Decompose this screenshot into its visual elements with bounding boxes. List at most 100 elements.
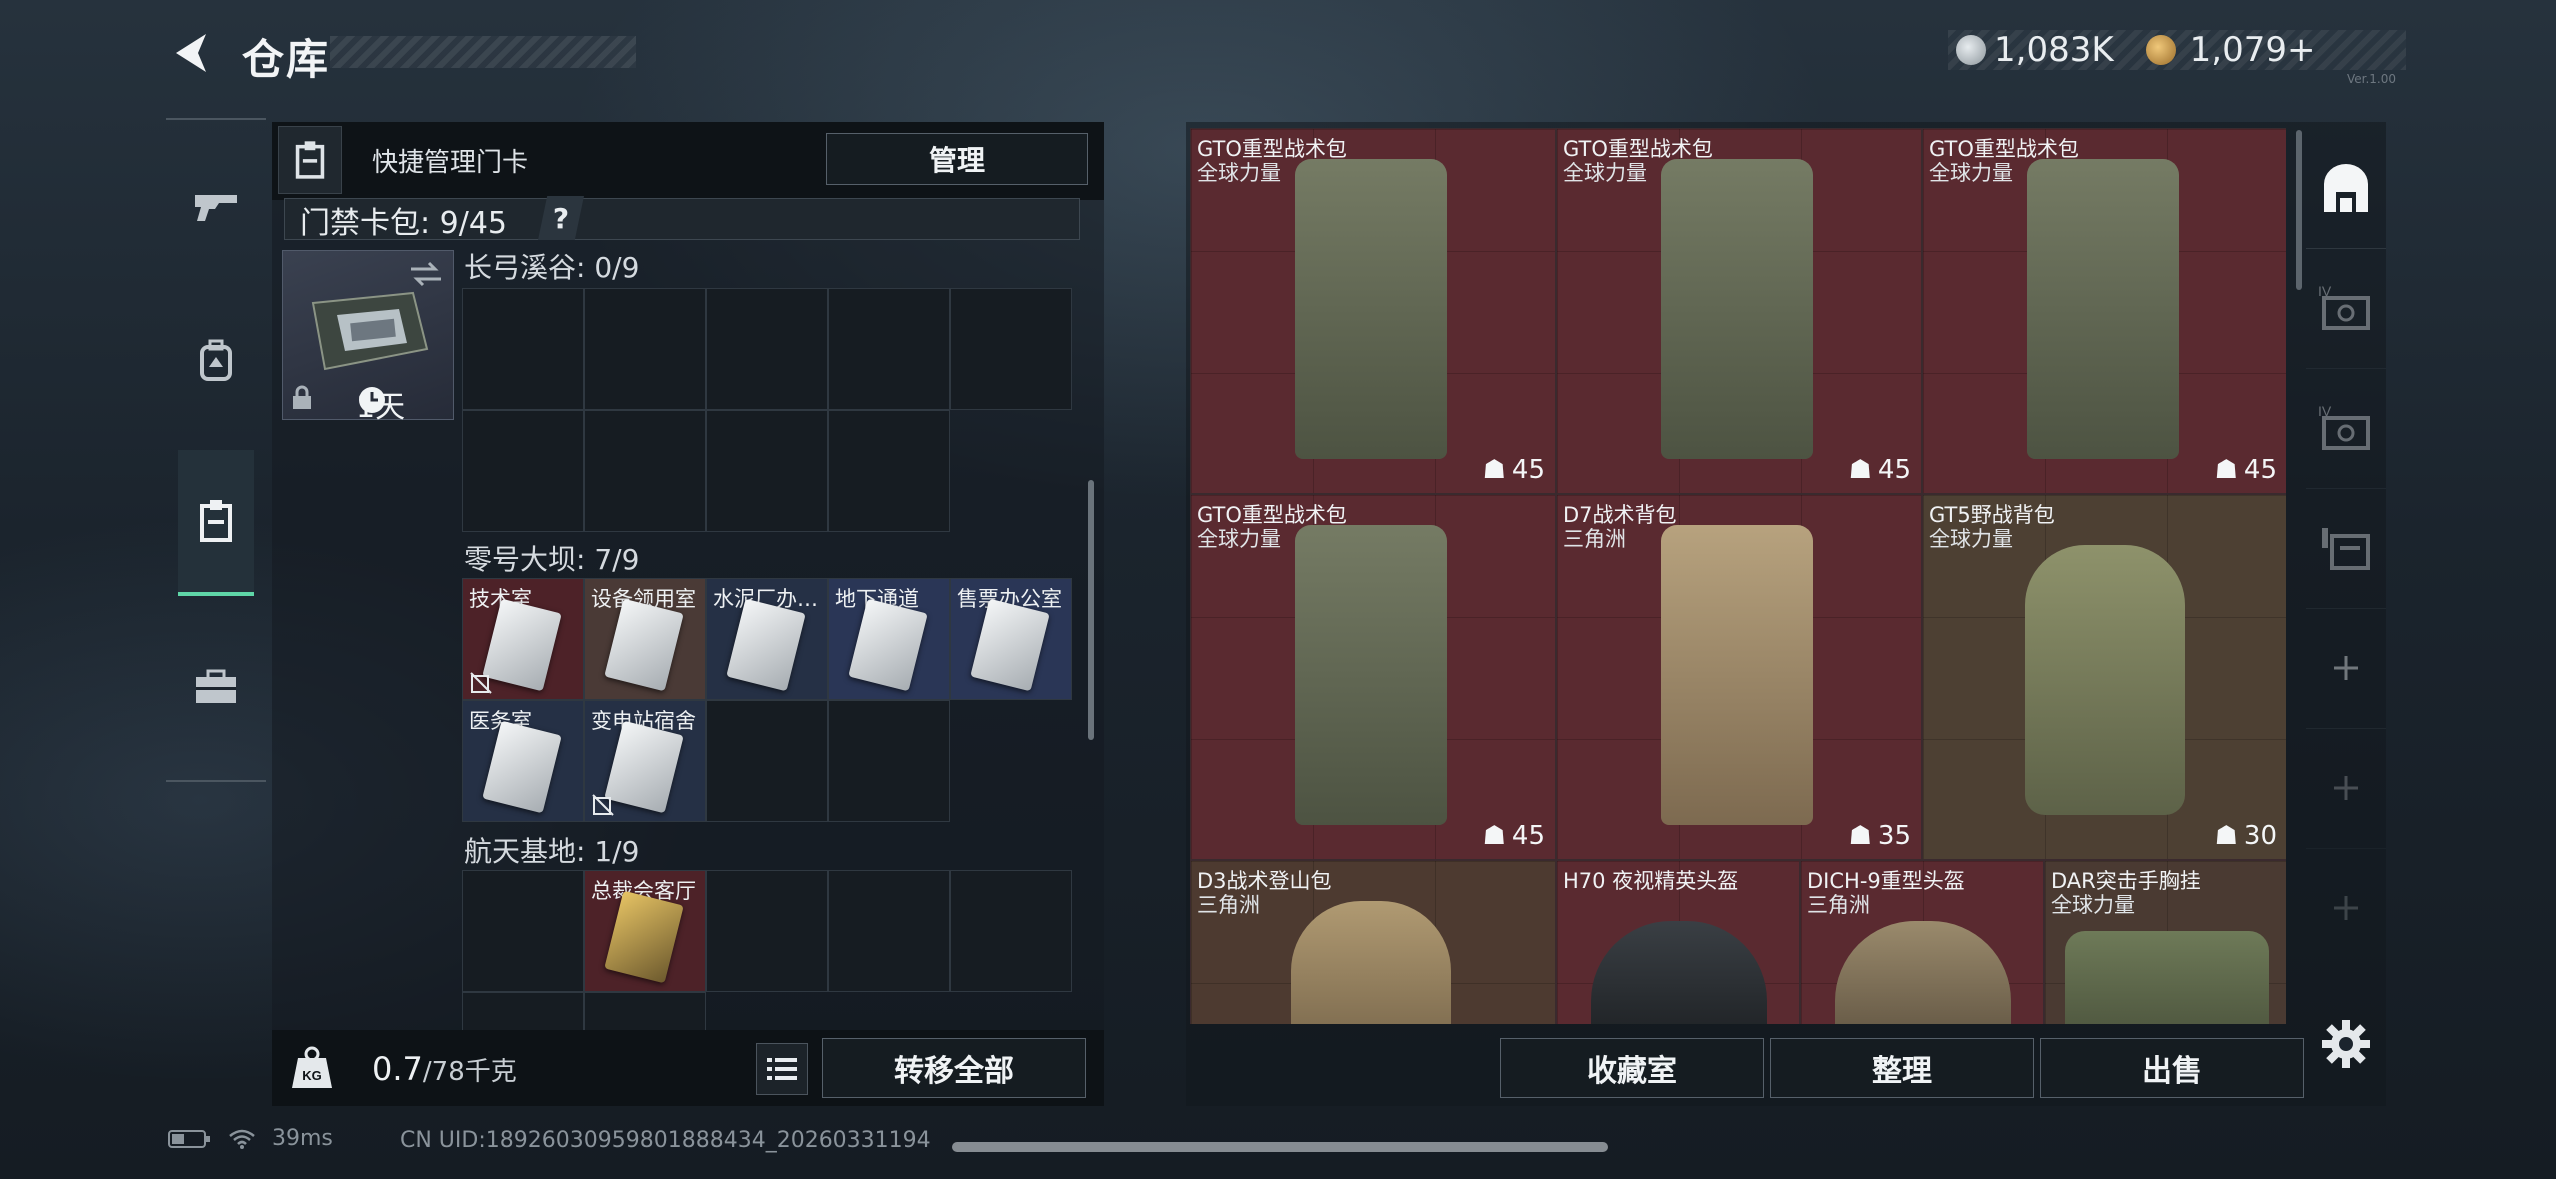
empty-slot[interactable] bbox=[584, 410, 706, 532]
item-stock: ☗ 35 bbox=[1848, 821, 1911, 851]
empty-slot[interactable] bbox=[950, 870, 1072, 992]
add-storage-tab[interactable] bbox=[2306, 608, 2386, 729]
storage-item[interactable]: D3战术登山包 三角洲 bbox=[1190, 860, 1556, 1024]
empty-slot[interactable] bbox=[462, 410, 584, 532]
lock-icon bbox=[293, 385, 311, 409]
system-status: 39ms bbox=[168, 1126, 333, 1151]
ghost-icon: ☗ bbox=[2214, 821, 2238, 851]
zone-title-space-base: 航天基地: 1/9 bbox=[464, 835, 640, 868]
gold-coin-icon bbox=[2145, 35, 2176, 65]
item-source: 全球力量 bbox=[1197, 527, 1281, 551]
carry-weight-capacity: /78千克 bbox=[422, 1057, 517, 1087]
keycard-slot[interactable]: 变电站宿舍 bbox=[584, 700, 706, 822]
keycard-holder-icon bbox=[200, 500, 232, 542]
keycard-slot[interactable]: 总裁会客厅 bbox=[584, 870, 706, 992]
storage-item[interactable]: DAR突击手胸挂 全球力量 bbox=[2044, 860, 2286, 1024]
add-storage-tab[interactable] bbox=[2306, 848, 2386, 968]
page-title: 仓库 bbox=[242, 35, 331, 84]
card-pack-capacity: 门禁卡包: 9/45 bbox=[300, 206, 508, 241]
ghost-icon: ☗ bbox=[1482, 455, 1506, 485]
carry-weight-value: 0.7 bbox=[372, 1050, 423, 1088]
keycard-slot[interactable]: 设备领用室 bbox=[584, 578, 706, 700]
keycard-holder-icon bbox=[295, 141, 325, 179]
add-storage-tab[interactable] bbox=[2306, 728, 2386, 849]
empty-slot[interactable] bbox=[462, 992, 584, 1030]
storage-item[interactable]: GTO重型战术包 全球力量 ☗ 45 bbox=[1190, 128, 1556, 494]
storage-tab-5[interactable]: IV bbox=[2306, 368, 2386, 489]
empty-slot[interactable] bbox=[950, 288, 1072, 410]
plus-icon bbox=[2334, 656, 2358, 680]
plus-icon bbox=[2334, 896, 2358, 920]
item-source: 三角洲 bbox=[1563, 527, 1626, 551]
backpack-image bbox=[2027, 159, 2179, 459]
nav-equipment[interactable] bbox=[178, 288, 254, 434]
keycard-slot[interactable]: 售票办公室 bbox=[950, 578, 1072, 700]
keycard-slot[interactable]: 医务室 bbox=[462, 700, 584, 822]
swap-icon bbox=[411, 261, 441, 287]
item-stock: ☗ 45 bbox=[2214, 455, 2277, 485]
nav-supplies[interactable] bbox=[178, 614, 254, 760]
storage-item[interactable]: GTO重型战术包 全球力量 ☗ 45 bbox=[1190, 494, 1556, 860]
zone-grid-zero-dam: 技术室 设备领用室 水泥厂办… 地下通道 售票办公室 医务室 变电站宿舍 bbox=[462, 578, 1072, 822]
storage-tab-6[interactable] bbox=[2306, 488, 2386, 609]
card-pack-remaining-time: 1天 bbox=[356, 390, 406, 425]
keycard-slot[interactable]: 地下通道 bbox=[828, 578, 950, 700]
zone-title-zero-dam: 零号大坝: 7/9 bbox=[464, 543, 640, 576]
silver-amount: 1,083K bbox=[1994, 30, 2114, 70]
vest-image bbox=[2065, 931, 2269, 1024]
back-button[interactable] bbox=[168, 30, 218, 76]
sell-button[interactable]: 出售 bbox=[2040, 1038, 2304, 1098]
zone-grid-space-base: 总裁会客厅 bbox=[462, 870, 1072, 1030]
ghost-icon: ☗ bbox=[1482, 821, 1506, 851]
storage-item[interactable]: GT5野战背包 全球力量 ☗ 30 bbox=[1922, 494, 2286, 860]
home-indicator[interactable] bbox=[952, 1142, 1608, 1152]
storage-item[interactable]: GTO重型战术包 全球力量 ☗ 45 bbox=[1922, 128, 2286, 494]
storage-item[interactable]: H70 夜视精英头盔 bbox=[1556, 860, 1800, 1024]
storage-item[interactable]: D7战术背包 三角洲 ☗ 35 bbox=[1556, 494, 1922, 860]
empty-slot[interactable] bbox=[584, 288, 706, 410]
list-view-button[interactable] bbox=[756, 1043, 808, 1095]
keycard-scrollbar[interactable] bbox=[1088, 480, 1094, 740]
nav-keycards[interactable] bbox=[178, 450, 254, 596]
storage-tabs: IV IV bbox=[2306, 128, 2386, 1028]
settings-button[interactable] bbox=[2320, 1018, 2372, 1070]
empty-slot[interactable] bbox=[462, 288, 584, 410]
transfer-all-button[interactable]: 转移全部 bbox=[822, 1038, 1086, 1098]
keycard-slot[interactable]: 水泥厂办… bbox=[706, 578, 828, 700]
gun-icon bbox=[195, 195, 237, 221]
backpack-image bbox=[1661, 525, 1813, 825]
backpack-icon bbox=[200, 339, 232, 381]
collection-room-button[interactable]: 收藏室 bbox=[1500, 1038, 1764, 1098]
storage-home-icon bbox=[2324, 164, 2368, 212]
nav-weapons[interactable] bbox=[178, 134, 254, 280]
empty-slot[interactable] bbox=[828, 410, 950, 532]
storage-scrollbar[interactable] bbox=[2296, 130, 2302, 290]
empty-slot[interactable] bbox=[828, 870, 950, 992]
item-source: 全球力量 bbox=[1197, 161, 1281, 185]
item-source: 全球力量 bbox=[1929, 527, 2013, 551]
empty-slot[interactable] bbox=[584, 992, 706, 1030]
keycard-slot[interactable]: 技术室 bbox=[462, 578, 584, 700]
empty-slot[interactable] bbox=[828, 288, 950, 410]
plus-icon bbox=[2334, 776, 2358, 800]
item-stock: ☗ 45 bbox=[1848, 455, 1911, 485]
empty-slot[interactable] bbox=[706, 700, 828, 822]
toolbox-icon bbox=[196, 669, 236, 703]
empty-slot[interactable] bbox=[706, 410, 828, 532]
ghost-icon: ☗ bbox=[1848, 455, 1872, 485]
empty-slot[interactable] bbox=[706, 870, 828, 992]
storage-item[interactable]: DICH-9重型头盔 三角洲 bbox=[1800, 860, 2044, 1024]
empty-slot[interactable] bbox=[706, 288, 828, 410]
empty-slot[interactable] bbox=[828, 700, 950, 822]
organize-button[interactable]: 整理 bbox=[1770, 1038, 2034, 1098]
empty-slot[interactable] bbox=[462, 870, 584, 992]
card-broken-icon bbox=[470, 672, 492, 694]
storage-tab-main[interactable] bbox=[2306, 128, 2386, 249]
manage-button[interactable]: 管理 bbox=[826, 133, 1088, 185]
storage-tab-4[interactable]: IV bbox=[2306, 248, 2386, 369]
storage-item[interactable]: GTO重型战术包 全球力量 ☗ 45 bbox=[1556, 128, 1922, 494]
ghost-icon: ☗ bbox=[2214, 455, 2238, 485]
storage-box-icon: IV bbox=[2318, 283, 2370, 330]
backpack-image bbox=[1291, 901, 1451, 1024]
item-source: 三角洲 bbox=[1807, 893, 1870, 917]
